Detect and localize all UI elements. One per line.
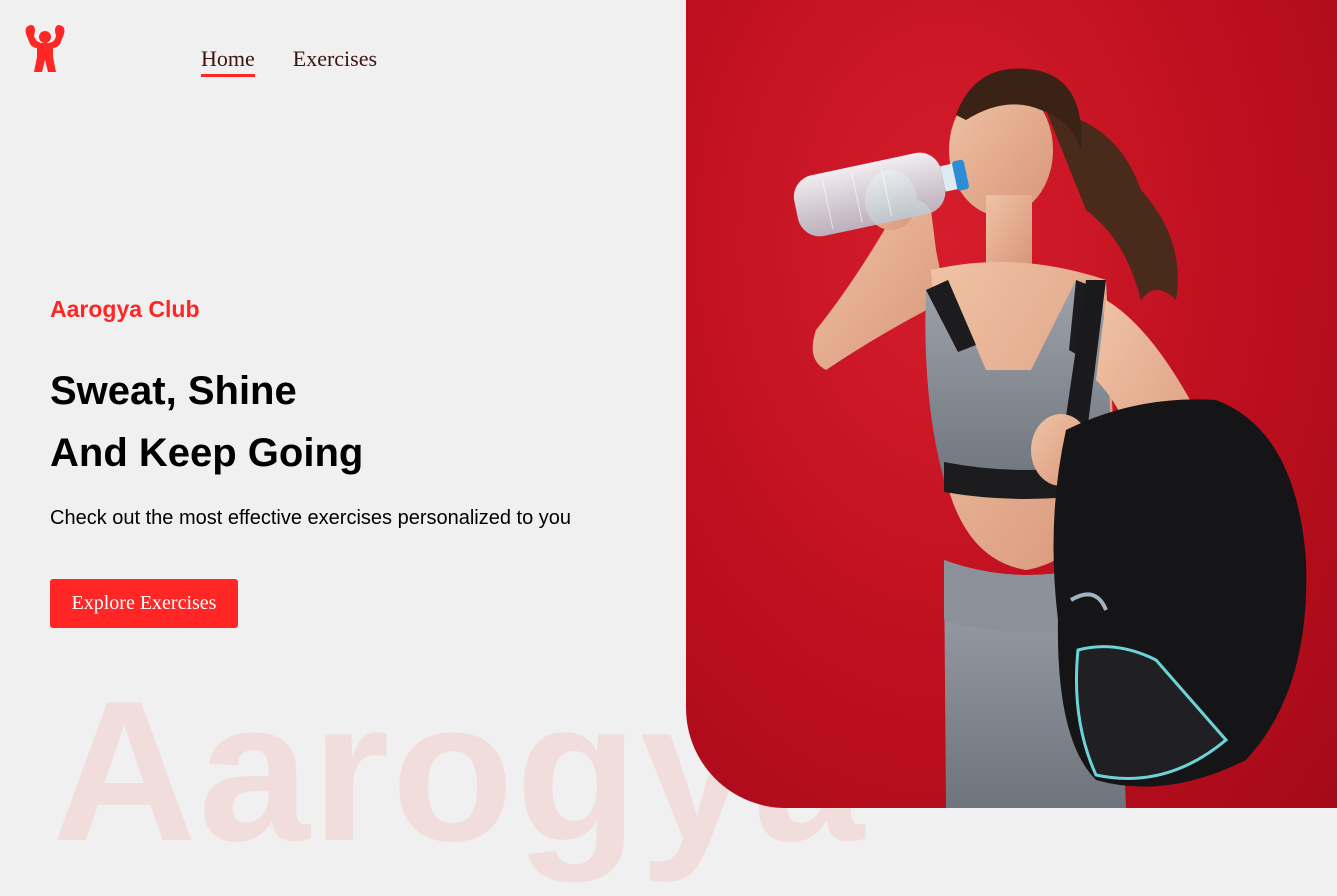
headline-line-2: And Keep Going xyxy=(50,431,364,475)
main-nav: Home Exercises xyxy=(201,46,377,77)
headline-line-1: Sweat, Shine xyxy=(50,369,297,413)
hero-banner-image xyxy=(686,0,1337,808)
club-eyebrow: Aarogya Club xyxy=(50,296,200,322)
hero-subtitle: Check out the most effective exercises p… xyxy=(50,507,572,529)
nav-exercises-link[interactable]: Exercises xyxy=(293,46,377,77)
hero-headline: Sweat, Shine And Keep Going xyxy=(50,360,363,484)
logo-icon[interactable] xyxy=(22,24,68,74)
nav-home-link[interactable]: Home xyxy=(201,46,255,77)
explore-exercises-button[interactable]: Explore Exercises xyxy=(50,579,238,628)
